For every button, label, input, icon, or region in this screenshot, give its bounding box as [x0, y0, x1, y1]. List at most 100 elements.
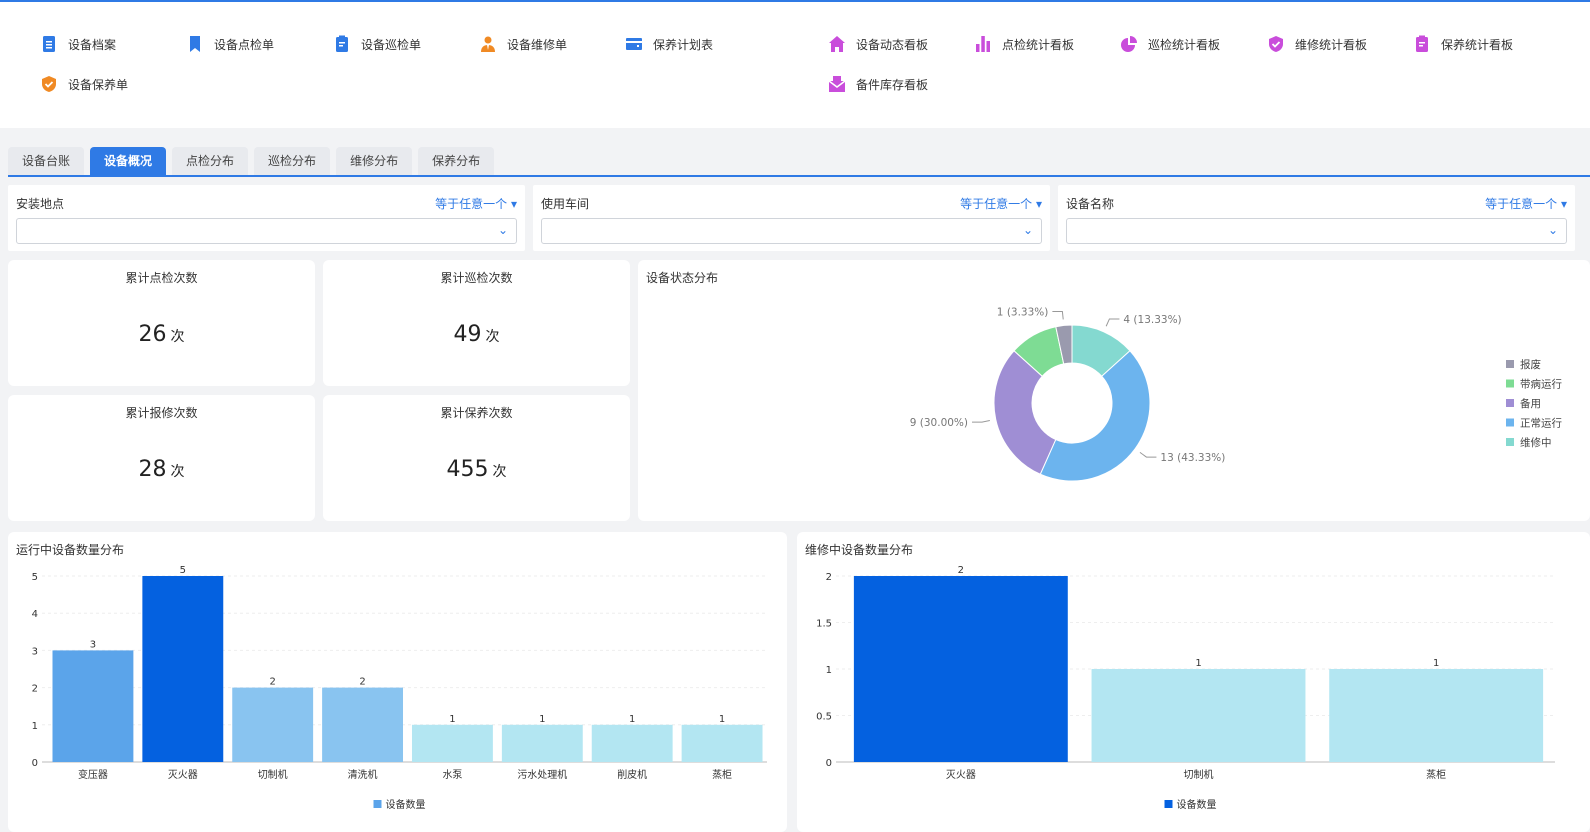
- home-icon: [828, 35, 846, 53]
- bar-切制机[interactable]: [232, 687, 314, 762]
- tab-3[interactable]: 巡检分布: [254, 147, 331, 176]
- status-pie-chart: 4 (13.33%) 13 (43.33%) 9 (30.00%) 1 (3.33%)…: [910, 307, 1562, 482]
- pie-label-line: [1052, 311, 1064, 320]
- nav-label: 设备巡检单: [361, 37, 422, 52]
- top-nav: 设备档案 设备点检单 设备巡检单 设备维修单 保养计划表设备保养单 设备动态看板 点检统计看…: [0, 0, 1590, 128]
- y-tick-label: 0: [826, 758, 832, 769]
- kpi-unit: 次: [492, 464, 507, 480]
- worker-icon: [479, 35, 497, 53]
- kpi-unit: 次: [485, 329, 500, 345]
- bar-切制机[interactable]: [1091, 669, 1306, 762]
- card-icon: [625, 35, 643, 53]
- nav-label: 设备档案: [68, 37, 117, 52]
- bar-灭火器[interactable]: [853, 576, 1068, 762]
- tab-2[interactable]: 点检分布: [172, 147, 249, 176]
- filter-1: 使用车间 等于任意一个 ▾ ⌄: [533, 185, 1050, 251]
- filter-label: 使用车间: [541, 197, 590, 211]
- y-tick-label: 1.5: [816, 619, 832, 630]
- kpi-card: 累计巡检次数 49 次: [323, 260, 630, 386]
- filter-operator-dropdown[interactable]: 等于任意一个 ▾: [960, 195, 1042, 212]
- tab-5[interactable]: 保养分布: [418, 147, 495, 176]
- kpi-card: 累计保养次数 455 次: [323, 395, 630, 521]
- x-tick-label: 削皮机: [617, 768, 647, 781]
- legend-label: 设备数量: [1177, 798, 1217, 811]
- nav-label: 备件库存看板: [856, 77, 929, 92]
- kpi-unit: 次: [170, 464, 185, 480]
- x-tick-label: 污水处理机: [517, 768, 567, 781]
- pie-label-line: [972, 419, 990, 423]
- clipboard-icon: [1413, 35, 1431, 53]
- filter-select[interactable]: ⌄: [1066, 218, 1567, 244]
- nav-item-0[interactable]: 设备档案: [40, 35, 116, 53]
- nav-item-11[interactable]: 备件库存看板: [828, 75, 928, 93]
- status-pie-card: 设备状态分布 4 (13.33%) 13 (43.33%) 9 (30.00%) 1 …: [638, 260, 1590, 521]
- nav-item-2[interactable]: 设备巡检单: [333, 35, 421, 53]
- kpi-title: 累计点检次数: [125, 271, 198, 285]
- tab-4[interactable]: 维修分布: [336, 147, 413, 176]
- x-tick-label: 水泵: [442, 769, 462, 781]
- nav-label: 保养计划表: [653, 37, 714, 52]
- legend-swatch: [1506, 418, 1514, 427]
- kpi-card: 累计点检次数 26 次: [8, 260, 315, 386]
- y-tick-label: 5: [32, 572, 38, 583]
- bar-灭火器[interactable]: [142, 576, 224, 762]
- nav-item-1[interactable]: 设备点检单: [186, 35, 274, 53]
- nav-label: 设备点检单: [214, 37, 275, 52]
- filter-select[interactable]: ⌄: [541, 218, 1042, 244]
- bar-value-label: 1: [629, 714, 635, 725]
- bar-蒸柜[interactable]: [681, 724, 763, 762]
- y-tick-label: 4: [32, 609, 38, 620]
- x-tick-label: 切制机: [1184, 768, 1214, 781]
- bookmark-icon: [186, 35, 204, 53]
- repair-bar-card: 维修中设备数量分布 0 0.5 1 1.5 2 2 灭火器 1 切制机 1 蒸柜 设备数量: [797, 532, 1590, 832]
- filter-0: 安装地点 等于任意一个 ▾ ⌄: [8, 185, 525, 251]
- tab-0[interactable]: 设备台账: [8, 147, 85, 176]
- filter-2: 设备名称 等于任意一个 ▾ ⌄: [1058, 185, 1575, 251]
- bar-value-label: 1: [1195, 658, 1201, 669]
- y-tick-label: 1: [826, 665, 832, 676]
- nav-item-3[interactable]: 设备维修单: [479, 35, 567, 53]
- nav-item-9[interactable]: 维修统计看板: [1267, 35, 1367, 53]
- legend-label: 备用: [1520, 397, 1541, 410]
- nav-label: 保养统计看板: [1441, 37, 1514, 52]
- chevron-down-icon: ⌄: [1547, 223, 1558, 237]
- bar-变压器[interactable]: [52, 650, 134, 762]
- filter-operator: 等于任意一个: [1485, 197, 1558, 211]
- bar-value-label: 1: [719, 714, 725, 725]
- pie-data-label: 4 (13.33%): [1123, 314, 1181, 326]
- nav-label: 维修统计看板: [1295, 37, 1368, 52]
- filter-operator-dropdown[interactable]: 等于任意一个 ▾: [1485, 195, 1567, 212]
- kpi-value-wrap: 28 次: [8, 457, 315, 482]
- y-tick-label: 2: [32, 684, 38, 695]
- nav-label: 设备维修单: [507, 37, 568, 52]
- bar-value-label: 3: [90, 639, 96, 650]
- bar-value-label: 1: [539, 714, 545, 725]
- kpi-title: 累计报修次数: [125, 406, 198, 420]
- bar-水泵[interactable]: [411, 724, 493, 762]
- legend-label: 正常运行: [1520, 417, 1562, 430]
- kpi-value: 26: [138, 322, 167, 347]
- chevron-down-icon: ⌄: [1022, 223, 1033, 237]
- nav-item-4[interactable]: 保养计划表: [625, 35, 713, 53]
- nav-item-6[interactable]: 设备动态看板: [828, 35, 928, 53]
- nav-label: 巡检统计看板: [1148, 37, 1221, 52]
- bar-清洗机[interactable]: [322, 687, 404, 762]
- legend-swatch: [1506, 379, 1514, 388]
- bar-蒸柜[interactable]: [1329, 669, 1544, 762]
- kpi-unit: 次: [170, 329, 185, 345]
- bar-削皮机[interactable]: [591, 724, 673, 762]
- nav-item-8[interactable]: 巡检统计看板: [1120, 35, 1220, 53]
- filter-select[interactable]: ⌄: [16, 218, 517, 244]
- bar-污水处理机[interactable]: [501, 724, 583, 762]
- kpi-value: 49: [453, 322, 482, 347]
- nav-item-5[interactable]: 设备保养单: [40, 75, 128, 93]
- pie-data-label: 9 (30.00%): [910, 417, 968, 429]
- caret-down-icon: ▾: [510, 197, 517, 211]
- tab-1[interactable]: 设备概况: [90, 147, 167, 176]
- nav-item-7[interactable]: 点检统计看板: [974, 35, 1074, 53]
- nav-item-10[interactable]: 保养统计看板: [1413, 35, 1513, 53]
- filter-operator-dropdown[interactable]: 等于任意一个 ▾: [435, 195, 517, 212]
- kpi-value: 455: [446, 457, 489, 482]
- running-bar-chart: 0 1 2 3 4 5 3 变压器 5 灭火器 2 切制机 2 清洗机 1 水泵 1 污水处理机 1 削皮机 1 蒸柜设备…: [32, 565, 767, 811]
- pie-label-line: [1139, 451, 1157, 458]
